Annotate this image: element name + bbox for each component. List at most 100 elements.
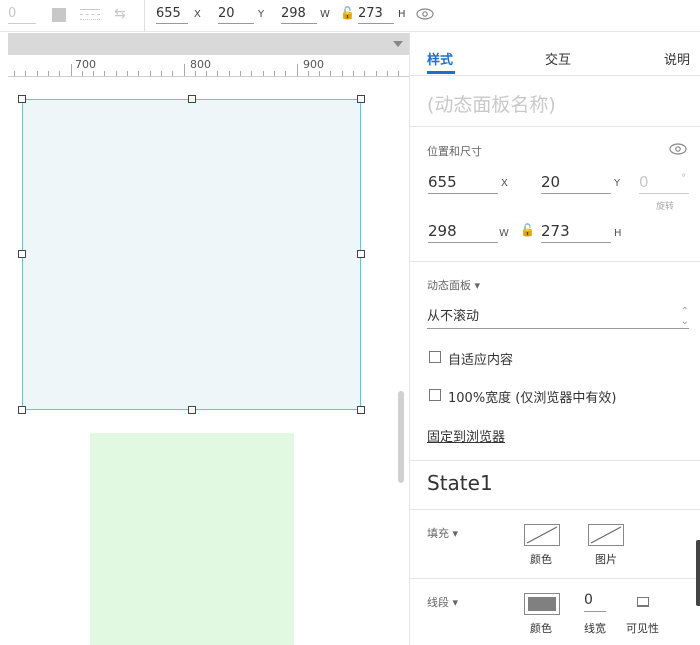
- ruler-tick: [93, 71, 95, 76]
- ruler-tick: [341, 71, 343, 76]
- ruler-tick: [273, 71, 275, 76]
- ruler-tick: [149, 71, 151, 76]
- height-unit-label: H: [398, 9, 406, 20]
- stroke-visibility-label: 可见性: [626, 622, 659, 635]
- fill-color-swatch[interactable]: [524, 524, 560, 546]
- top-toolbar: 0 ⇆ 655 X 20 Y 298 W 🔓 273 H: [0, 0, 700, 32]
- stroke-color-fill: [528, 597, 556, 611]
- divider: [410, 578, 700, 579]
- ruler-tick: [194, 71, 196, 76]
- y-field[interactable]: 20: [218, 6, 254, 24]
- ruler-tick: [262, 71, 264, 76]
- width-field[interactable]: 298: [281, 6, 317, 24]
- stroke-dropdown[interactable]: 线段 ▾: [427, 594, 458, 610]
- degree-unit-label: °: [681, 173, 686, 184]
- fill-color-icon[interactable]: [52, 8, 66, 22]
- side-drawer-handle[interactable]: [696, 540, 700, 606]
- stroke-width-field[interactable]: 0: [584, 592, 606, 612]
- resize-handle[interactable]: [18, 250, 26, 258]
- chevron-updown-icon: ⌃ ⌄: [680, 306, 689, 327]
- tab-interaction[interactable]: 交互: [545, 49, 571, 68]
- design-canvas[interactable]: 700 800 900: [0, 33, 409, 645]
- ruler-tick: [330, 71, 332, 76]
- active-tab-indicator: [427, 71, 455, 74]
- ruler-tick: [138, 71, 140, 76]
- ruler-tick: [386, 71, 388, 76]
- toolbar-divider: [144, 0, 145, 32]
- ruler-tick: [115, 71, 117, 76]
- resize-handle[interactable]: [188, 406, 196, 414]
- visibility-eye-icon[interactable]: [416, 6, 434, 25]
- resize-handle[interactable]: [188, 95, 196, 103]
- full-width-checkbox[interactable]: [429, 389, 441, 401]
- pin-to-browser-link[interactable]: 固定到浏览器: [427, 426, 505, 445]
- ruler-tick: [59, 71, 61, 76]
- dynamic-panel-widget[interactable]: [22, 99, 361, 410]
- fill-dropdown[interactable]: 填充 ▾: [427, 525, 458, 541]
- divider: [410, 126, 700, 127]
- ruler-tick: [206, 71, 208, 76]
- rotation-field[interactable]: 0: [8, 6, 36, 24]
- ruler-tick: [160, 71, 162, 76]
- ruler-tick: [353, 71, 354, 76]
- resize-handle[interactable]: [18, 406, 26, 414]
- lock-icon[interactable]: 🔓: [520, 223, 535, 237]
- ruler-tick: [36, 71, 38, 76]
- x-field[interactable]: 655: [156, 6, 188, 24]
- ruler-tick: [81, 71, 83, 76]
- ruler-tick: [398, 71, 400, 76]
- y-unit-label: Y: [258, 9, 265, 20]
- fill-color-label: 颜色: [530, 553, 552, 566]
- dynamic-panel-dropdown[interactable]: 动态面板 ▾: [427, 277, 480, 293]
- ruler-tick: [172, 71, 174, 76]
- stroke-width-label: 线宽: [584, 622, 606, 635]
- resize-handle[interactable]: [357, 406, 365, 414]
- ruler-tick: [296, 64, 298, 76]
- position-size-title: 位置和尺寸: [427, 145, 482, 158]
- scroll-mode-value: 从不滚动: [427, 309, 480, 324]
- resize-handle[interactable]: [357, 95, 365, 103]
- inspector-width-field[interactable]: 298: [428, 221, 498, 243]
- ruler-tick: [70, 64, 72, 76]
- width-unit-label: W: [499, 228, 509, 239]
- tab-notes[interactable]: 说明: [664, 49, 690, 68]
- divider: [410, 261, 700, 262]
- fill-image-label: 图片: [595, 553, 617, 566]
- resize-handle[interactable]: [357, 250, 365, 258]
- ruler-tick: [364, 71, 366, 76]
- height-field[interactable]: 273: [358, 6, 394, 24]
- stroke-color-label: 颜色: [530, 622, 552, 635]
- ruler-tick: [104, 71, 106, 76]
- ruler-tick: [375, 71, 377, 76]
- ruler-tick: [307, 71, 309, 76]
- fit-content-label: 自适应内容: [448, 353, 514, 368]
- visibility-eye-icon[interactable]: [669, 141, 687, 160]
- ruler-tick: [240, 71, 241, 76]
- resize-handle[interactable]: [18, 95, 26, 103]
- lock-icon[interactable]: 🔓: [340, 6, 355, 20]
- stroke-color-swatch[interactable]: [524, 593, 560, 615]
- line-style-icon[interactable]: [80, 8, 100, 22]
- state-name: State1: [427, 471, 493, 495]
- scroll-mode-select[interactable]: 从不滚动 ⌃ ⌄: [427, 307, 689, 329]
- fit-content-checkbox[interactable]: [429, 351, 441, 363]
- canvas-scrollbar[interactable]: [398, 391, 404, 483]
- horizontal-ruler: 700 800 900: [8, 55, 409, 77]
- fill-image-swatch[interactable]: [588, 524, 624, 546]
- x-unit-label: X: [501, 178, 508, 189]
- inspector-height-field[interactable]: 273: [541, 221, 611, 243]
- panel-name-input[interactable]: (动态面板名称): [427, 90, 556, 117]
- tab-style[interactable]: 样式: [427, 49, 453, 68]
- ruler-tick: [319, 71, 321, 76]
- rotation-label: 旋转: [656, 202, 675, 212]
- arrow-style-icon[interactable]: ⇆: [114, 6, 126, 22]
- ruler-label: 900: [303, 58, 324, 71]
- rectangle-widget[interactable]: [90, 433, 294, 645]
- ruler-label: 800: [190, 58, 211, 71]
- stroke-visibility-icon[interactable]: [637, 597, 649, 607]
- collapse-arrow-icon[interactable]: [393, 41, 403, 47]
- ruler-tick: [25, 71, 27, 76]
- divider: [410, 509, 700, 510]
- inspector-x-field[interactable]: 655: [428, 172, 498, 194]
- inspector-y-field[interactable]: 20: [541, 172, 611, 194]
